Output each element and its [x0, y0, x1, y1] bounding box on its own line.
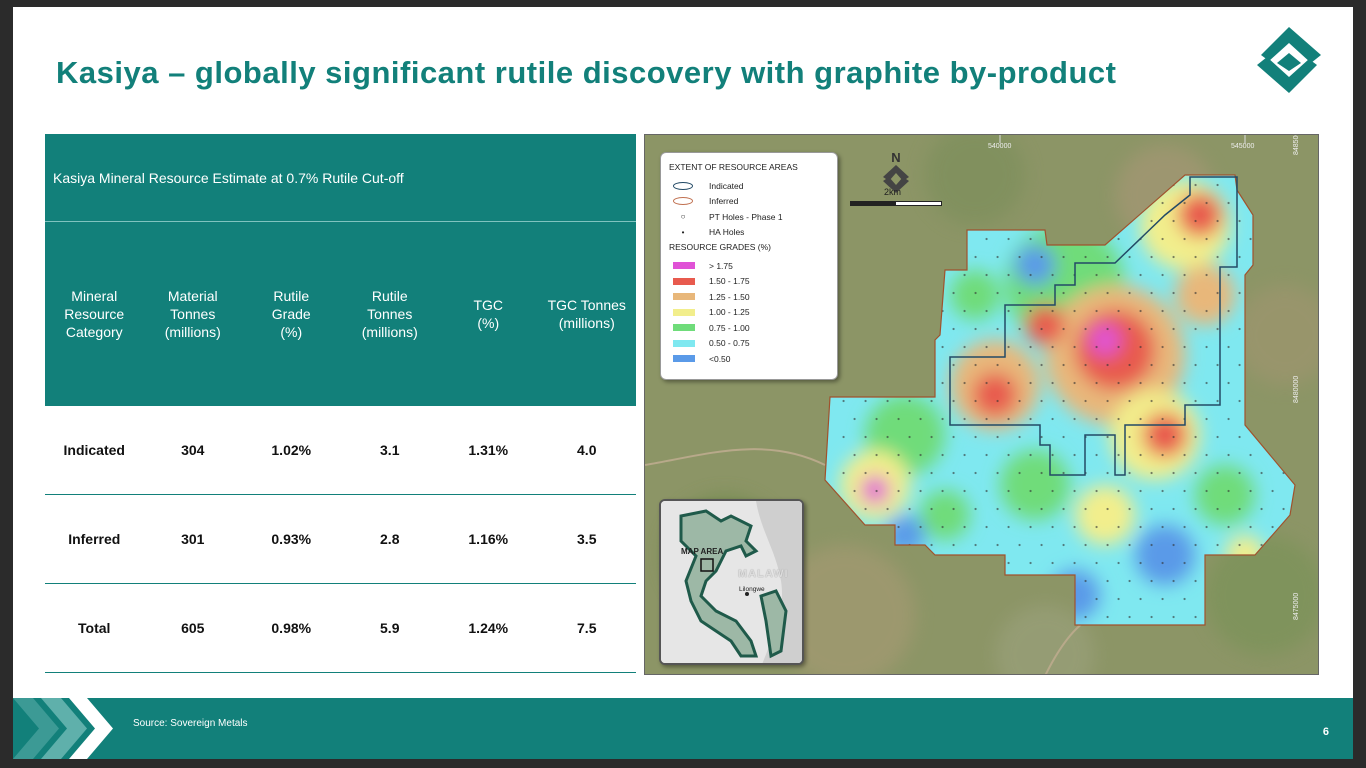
table-cell: 605	[181, 620, 205, 636]
table-cell: 1.31%	[468, 442, 509, 458]
legend-grade-item: <0.50	[669, 351, 829, 367]
column-header-5: TGC Tonnes (millions)	[547, 297, 626, 331]
grid-label-y3: 8475000	[1293, 592, 1300, 620]
column-header-1: Material Tonnes (millions)	[164, 288, 221, 340]
map-legend: EXTENT OF RESOURCE AREAS Indicated Infer…	[660, 152, 838, 380]
inset-country-label: MALAWI	[738, 568, 789, 580]
table-cell: 7.5	[577, 620, 597, 636]
table-cell: 5.9	[380, 620, 400, 636]
table-cell: 2.8	[380, 531, 400, 547]
inset-map-area-label: MAP AREA	[681, 547, 724, 556]
legend-grade-item: 0.50 - 0.75	[669, 336, 829, 352]
table-cell: 304	[181, 442, 205, 458]
location-inset-map: MAP AREA MALAWI Lilongwe	[659, 499, 804, 665]
legend-item-indicated: Indicated	[669, 178, 829, 194]
column-header-3: Rutile Tonnes (millions)	[361, 288, 418, 340]
table-cell: Total	[78, 620, 111, 636]
legend-grade-item: 1.00 - 1.25	[669, 305, 829, 321]
grid-label-y2: 8480000	[1293, 375, 1300, 403]
grade-swatch-icon	[673, 355, 695, 363]
table-row: Indicated 304 1.02% 3.1 1.31% 4.0	[45, 406, 636, 495]
legend-heading-extent: EXTENT OF RESOURCE AREAS	[669, 162, 798, 172]
table-cell: 1.24%	[468, 620, 509, 636]
resource-map: 540000 545000 8485000 8480000 8475000 EX…	[644, 134, 1319, 675]
grade-swatch-icon	[673, 339, 695, 347]
footer-bar: Source: Sovereign Metals 6	[13, 698, 1353, 759]
table-row: Inferred 301 0.93% 2.8 1.16% 3.5	[45, 495, 636, 584]
inset-map-image	[661, 501, 802, 663]
table-cell: 3.1	[380, 442, 400, 458]
legend-grade-item: 0.75 - 1.00	[669, 320, 829, 336]
indicated-outline-icon	[673, 181, 693, 190]
inferred-outline-icon	[673, 197, 693, 206]
legend-grade-item: 1.50 - 1.75	[669, 274, 829, 290]
table-cell: 301	[181, 531, 205, 547]
grade-swatch-icon	[673, 308, 695, 316]
grade-swatch-icon	[673, 324, 695, 332]
column-header-4: TGC (%)	[473, 297, 504, 331]
grade-swatch-icon	[673, 262, 695, 270]
grade-swatch-icon	[673, 277, 695, 285]
table-row: Total 605 0.98% 5.9 1.24% 7.5	[45, 584, 636, 673]
legend-item-inferred: Inferred	[669, 194, 829, 210]
legend-heading-grades: RESOURCE GRADES (%)	[669, 242, 772, 252]
column-header-0: Mineral Resource Category	[64, 288, 125, 340]
table-header: Kasiya Mineral Resource Estimate at 0.7%…	[45, 134, 636, 406]
legend-grade-list: > 1.75 1.50 - 1.75 1.25 - 1.50 1.00 - 1.25 0…	[669, 258, 829, 367]
page-number: 6	[1322, 726, 1329, 738]
table-cell: Indicated	[63, 442, 125, 458]
source-note: Source: Sovereign Metals	[133, 718, 248, 729]
grid-label-x1: 540000	[988, 143, 1012, 150]
dot-icon: •	[681, 227, 685, 237]
table-column-headers: Mineral Resource Category Material Tonnes (mi…	[45, 222, 636, 406]
table-cell: 0.98%	[271, 620, 312, 636]
grid-label-y1: 8485000	[1293, 134, 1300, 155]
legend-grade-item: 1.25 - 1.50	[669, 289, 829, 305]
table-cell: 3.5	[577, 531, 597, 547]
table-cell: 1.02%	[271, 442, 312, 458]
table-body: Indicated 304 1.02% 3.1 1.31% 4.0 Inferred 301 0…	[45, 406, 636, 673]
slide: Kasiya – globally significant rutile dis…	[13, 7, 1353, 759]
page-title: Kasiya – globally significant rutile dis…	[56, 55, 1117, 90]
grid-label-x2: 545000	[1231, 143, 1255, 150]
resource-table: Kasiya Mineral Resource Estimate at 0.7%…	[45, 134, 636, 673]
table-cell: 4.0	[577, 442, 597, 458]
chevron-decoration-icon	[13, 698, 113, 759]
column-header-2: Rutile Grade (%)	[271, 288, 311, 340]
open-circle-icon: ○	[680, 212, 686, 222]
inset-city-label: Lilongwe	[739, 586, 765, 593]
grade-swatch-icon	[673, 293, 695, 301]
table-cell: Inferred	[68, 531, 121, 547]
scale-bar: 2km	[850, 187, 942, 206]
legend-item-pt-holes: ○ PT Holes - Phase 1	[669, 209, 829, 225]
table-cell: 0.93%	[271, 531, 312, 547]
table-cell: 1.16%	[468, 531, 509, 547]
sovereign-metals-logo-icon	[1257, 27, 1321, 93]
legend-item-ha-holes: • HA Holes	[669, 225, 829, 241]
table-caption: Kasiya Mineral Resource Estimate at 0.7%…	[45, 134, 636, 222]
legend-grade-item: > 1.75	[669, 258, 829, 274]
